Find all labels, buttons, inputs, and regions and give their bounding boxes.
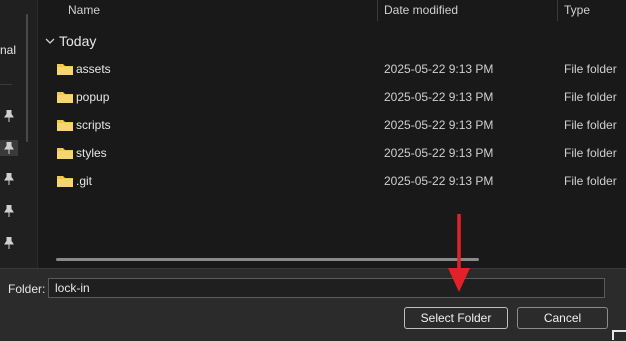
folder-input[interactable]: [48, 278, 605, 298]
folder-icon: [57, 64, 73, 75]
dialog-footer: Folder: Select Folder Cancel: [0, 268, 626, 341]
column-name[interactable]: Name: [68, 3, 100, 17]
folder-icon: [57, 176, 73, 187]
list-item[interactable]: popup 2025-05-22 9:13 PM File folder: [52, 85, 626, 109]
pin-icon[interactable]: [3, 205, 15, 217]
group-today[interactable]: Today: [44, 31, 96, 51]
column-date-modified[interactable]: Date modified: [384, 3, 458, 17]
folder-label: Folder:: [8, 282, 46, 296]
file-name: scripts: [76, 118, 111, 132]
column-divider[interactable]: [557, 0, 558, 21]
file-date: 2025-05-22 9:13 PM: [384, 118, 494, 132]
file-type: File folder: [564, 90, 617, 104]
column-header: Name Date modified Type: [38, 0, 626, 24]
file-date: 2025-05-22 9:13 PM: [384, 62, 494, 76]
horizontal-scrollbar[interactable]: [56, 258, 479, 261]
folder-icon: [57, 92, 73, 103]
file-date: 2025-05-22 9:13 PM: [384, 90, 494, 104]
list-item[interactable]: .git 2025-05-22 9:13 PM File folder: [52, 169, 626, 193]
pin-icon[interactable]: [3, 173, 15, 185]
file-name: .git: [76, 174, 93, 188]
group-label: Today: [59, 33, 97, 49]
column-divider[interactable]: [377, 0, 378, 21]
file-name: assets: [76, 62, 111, 76]
file-date: 2025-05-22 9:13 PM: [384, 146, 494, 160]
pin-icon[interactable]: [0, 140, 18, 156]
annotation-arrow-icon: [448, 214, 470, 292]
file-type: File folder: [564, 174, 617, 188]
folder-icon: [57, 120, 73, 131]
list-item[interactable]: scripts 2025-05-22 9:13 PM File folder: [52, 113, 626, 137]
file-name: styles: [76, 146, 107, 160]
list-item[interactable]: assets 2025-05-22 9:13 PM File folder: [52, 57, 626, 81]
select-folder-button[interactable]: Select Folder: [404, 307, 508, 329]
file-type: File folder: [564, 62, 617, 76]
file-date: 2025-05-22 9:13 PM: [384, 174, 494, 188]
navigation-pane: nal: [0, 0, 38, 268]
folder-icon: [57, 148, 73, 159]
file-type: File folder: [564, 118, 617, 132]
cancel-button[interactable]: Cancel: [517, 307, 608, 329]
pin-icon[interactable]: [3, 110, 15, 122]
chevron-down-icon[interactable]: [44, 35, 56, 47]
nav-divider: [0, 84, 12, 85]
file-type: File folder: [564, 146, 617, 160]
nav-scrollbar[interactable]: [26, 14, 28, 142]
column-type[interactable]: Type: [564, 3, 590, 17]
nav-item-label[interactable]: nal: [0, 43, 16, 57]
pin-icon[interactable]: [3, 237, 15, 249]
resize-corner[interactable]: [612, 330, 626, 340]
list-item[interactable]: styles 2025-05-22 9:13 PM File folder: [52, 141, 626, 165]
file-name: popup: [76, 90, 110, 104]
